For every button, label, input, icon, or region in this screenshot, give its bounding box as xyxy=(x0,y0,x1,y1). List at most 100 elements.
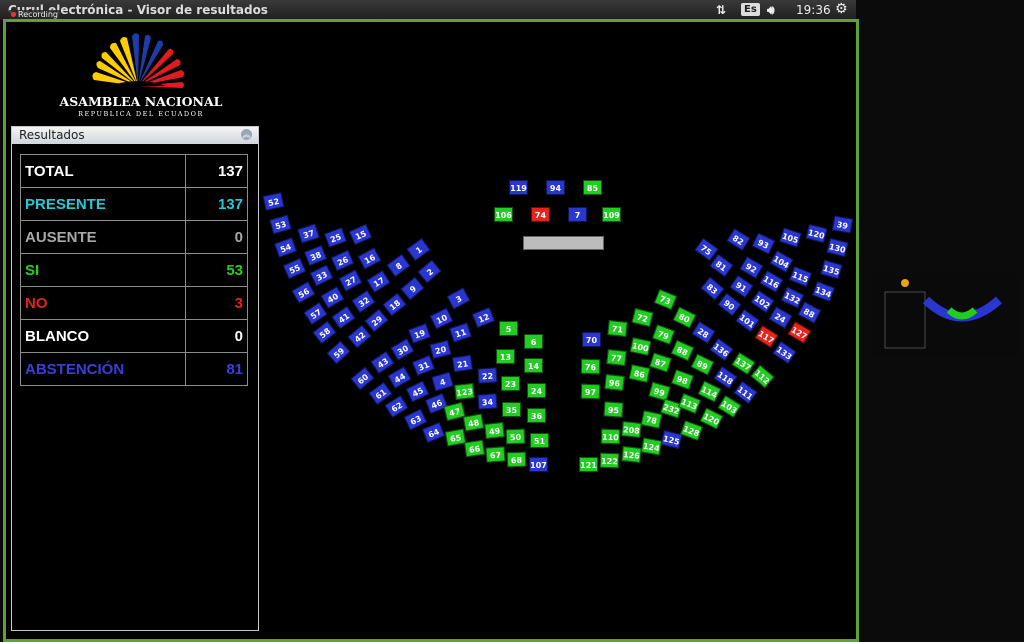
seat-121[interactable]: 121 xyxy=(579,457,598,472)
clock[interactable]: 19:36 xyxy=(796,3,831,17)
seat-65[interactable]: 65 xyxy=(444,428,467,447)
seat-77[interactable]: 77 xyxy=(606,349,627,366)
seat-114[interactable]: 114 xyxy=(697,380,722,403)
seat-90[interactable]: 90 xyxy=(717,292,742,317)
seat-16[interactable]: 16 xyxy=(357,247,382,270)
seat-124[interactable]: 124 xyxy=(640,437,663,456)
seat-53[interactable]: 53 xyxy=(269,214,292,235)
seat-126[interactable]: 126 xyxy=(621,446,642,463)
seat-7[interactable]: 7 xyxy=(568,207,587,222)
seat-74[interactable]: 74 xyxy=(531,207,550,222)
seat-87[interactable]: 87 xyxy=(649,352,672,373)
seat-79[interactable]: 79 xyxy=(652,324,675,345)
seat-94[interactable]: 94 xyxy=(546,180,565,195)
seat-118[interactable]: 118 xyxy=(713,365,738,390)
seat-119[interactable]: 119 xyxy=(509,180,528,195)
seat-15[interactable]: 15 xyxy=(348,223,373,246)
seat-127[interactable]: 127 xyxy=(787,321,812,344)
seat-120[interactable]: 120 xyxy=(805,223,828,244)
seat-34[interactable]: 34 xyxy=(477,393,498,410)
seat-106[interactable]: 106 xyxy=(494,207,513,222)
seat-50[interactable]: 50 xyxy=(505,428,526,445)
seat-60[interactable]: 60 xyxy=(350,366,375,391)
seat-104[interactable]: 104 xyxy=(769,250,794,273)
seat-112[interactable]: 112 xyxy=(750,364,775,389)
seat-208[interactable]: 208 xyxy=(621,421,642,438)
seat-18[interactable]: 18 xyxy=(382,292,407,317)
seat-135[interactable]: 135 xyxy=(820,259,843,280)
seat-1[interactable]: 1 xyxy=(406,237,431,262)
seat-5[interactable]: 5 xyxy=(499,321,518,336)
seat-95[interactable]: 95 xyxy=(603,401,624,418)
seat-28[interactable]: 28 xyxy=(691,321,716,344)
seat-9[interactable]: 9 xyxy=(400,276,425,301)
seat-55[interactable]: 55 xyxy=(282,257,307,280)
seat-6[interactable]: 6 xyxy=(524,334,543,349)
seat-4[interactable]: 4 xyxy=(431,371,454,392)
seat-82[interactable]: 82 xyxy=(726,228,751,251)
seat-110[interactable]: 110 xyxy=(600,428,621,445)
seat-62[interactable]: 62 xyxy=(384,395,409,418)
seat-109[interactable]: 109 xyxy=(602,207,621,222)
seat-11[interactable]: 11 xyxy=(449,322,472,343)
seat-31[interactable]: 31 xyxy=(411,354,436,377)
seat-116[interactable]: 116 xyxy=(759,270,784,293)
seat-37[interactable]: 37 xyxy=(297,223,320,244)
seat-78[interactable]: 78 xyxy=(640,410,663,429)
seat-49[interactable]: 49 xyxy=(484,422,505,439)
seat-89[interactable]: 89 xyxy=(690,353,715,376)
seat-35[interactable]: 35 xyxy=(502,402,521,417)
seat-25[interactable]: 25 xyxy=(324,227,347,248)
seat-40[interactable]: 40 xyxy=(320,286,345,309)
seat-133[interactable]: 133 xyxy=(772,340,797,365)
seat-122[interactable]: 122 xyxy=(599,452,620,469)
seat-81[interactable]: 81 xyxy=(709,253,734,278)
seat-12[interactable]: 12 xyxy=(471,306,496,329)
seat-123[interactable]: 123 xyxy=(454,383,475,400)
seat-13[interactable]: 13 xyxy=(496,349,515,364)
seat-93[interactable]: 93 xyxy=(751,232,776,255)
seat-41[interactable]: 41 xyxy=(331,305,356,330)
network-arrows-icon[interactable]: ⇅ xyxy=(716,3,726,17)
seat-59[interactable]: 59 xyxy=(326,340,351,365)
seat-39[interactable]: 39 xyxy=(831,215,854,234)
seat-56[interactable]: 56 xyxy=(291,281,316,304)
seat-20[interactable]: 20 xyxy=(429,339,452,360)
seat-3[interactable]: 3 xyxy=(446,287,471,310)
seat-73[interactable]: 73 xyxy=(653,288,678,311)
seat-24[interactable]: 24 xyxy=(527,383,546,398)
seat-85[interactable]: 85 xyxy=(583,180,602,195)
seat-29[interactable]: 29 xyxy=(364,308,389,333)
seat-52[interactable]: 52 xyxy=(262,192,285,211)
seat-64[interactable]: 64 xyxy=(421,421,446,444)
seat-134[interactable]: 134 xyxy=(812,281,835,302)
seat-88[interactable]: 88 xyxy=(797,301,822,324)
seat-14[interactable]: 14 xyxy=(524,358,543,373)
seat-101[interactable]: 101 xyxy=(735,308,760,333)
seat-23[interactable]: 23 xyxy=(501,376,520,391)
seat-98[interactable]: 98 xyxy=(671,369,694,390)
seat-8[interactable]: 8 xyxy=(386,253,411,278)
seat-42[interactable]: 42 xyxy=(347,324,372,349)
seat-97[interactable]: 97 xyxy=(580,383,601,400)
seat-27[interactable]: 27 xyxy=(338,269,363,292)
seat-132[interactable]: 132 xyxy=(780,286,805,309)
seat-36[interactable]: 36 xyxy=(527,408,546,423)
seat-113[interactable]: 113 xyxy=(677,392,702,415)
seat-128[interactable]: 128 xyxy=(680,420,703,441)
seat-115[interactable]: 115 xyxy=(788,265,813,288)
seat-107[interactable]: 107 xyxy=(529,457,548,472)
seat-24[interactable]: 24 xyxy=(768,306,793,329)
seat-22[interactable]: 22 xyxy=(477,367,498,384)
seat-2[interactable]: 2 xyxy=(417,259,442,284)
seat-43[interactable]: 43 xyxy=(370,350,395,375)
seat-17[interactable]: 17 xyxy=(366,270,391,293)
seat-137[interactable]: 137 xyxy=(731,352,756,375)
seat-96[interactable]: 96 xyxy=(604,374,625,391)
seat-80[interactable]: 80 xyxy=(672,306,697,329)
seat-26[interactable]: 26 xyxy=(330,249,355,272)
seat-68[interactable]: 68 xyxy=(506,451,527,468)
seat-54[interactable]: 54 xyxy=(274,237,297,258)
seat-33[interactable]: 33 xyxy=(309,264,334,287)
seat-102[interactable]: 102 xyxy=(750,289,775,314)
